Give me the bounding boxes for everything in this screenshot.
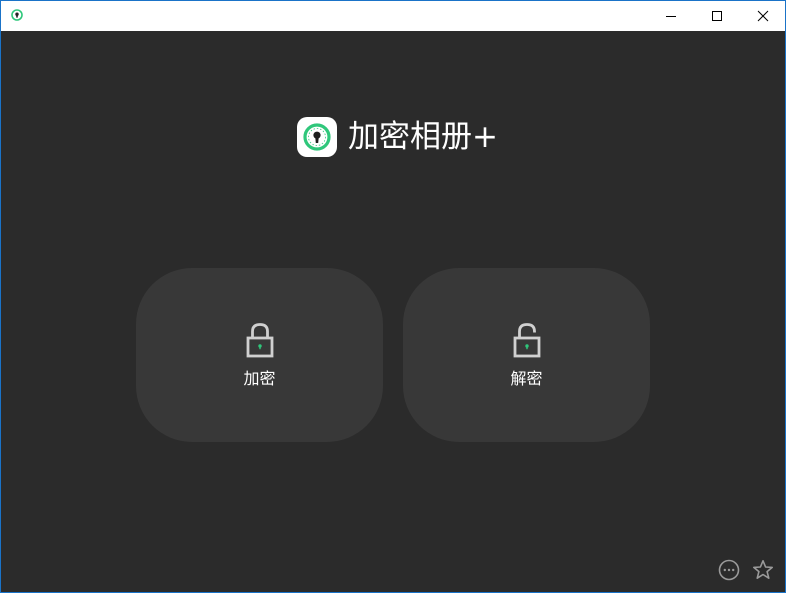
app-title: 加密相册+ — [348, 119, 498, 155]
keyhole-lock-icon — [303, 123, 331, 151]
minimize-icon — [666, 16, 676, 17]
maximize-button[interactable] — [694, 1, 740, 31]
lock-closed-icon — [246, 323, 274, 358]
favorite-button[interactable] — [751, 558, 775, 582]
main-content: 加密相册+ 加密 解密 — [1, 31, 785, 592]
lock-open-icon — [513, 323, 541, 358]
decrypt-button[interactable]: 解密 — [403, 268, 650, 442]
more-options-icon — [718, 559, 740, 581]
encrypt-button[interactable]: 加密 — [136, 268, 383, 442]
decrypt-label: 解密 — [510, 369, 543, 388]
maximize-icon — [712, 11, 722, 21]
app-small-icon — [11, 9, 23, 21]
app-header: 加密相册+ — [297, 116, 498, 158]
star-icon — [753, 560, 773, 579]
minimize-button[interactable] — [648, 1, 694, 31]
encrypt-label: 加密 — [243, 369, 276, 388]
close-button[interactable] — [740, 1, 785, 31]
app-logo — [297, 117, 337, 157]
more-options-button[interactable] — [717, 558, 741, 582]
title-bar[interactable] — [1, 1, 785, 31]
close-icon — [757, 10, 769, 22]
app-window: 加密相册+ 加密 解密 — [0, 0, 786, 593]
